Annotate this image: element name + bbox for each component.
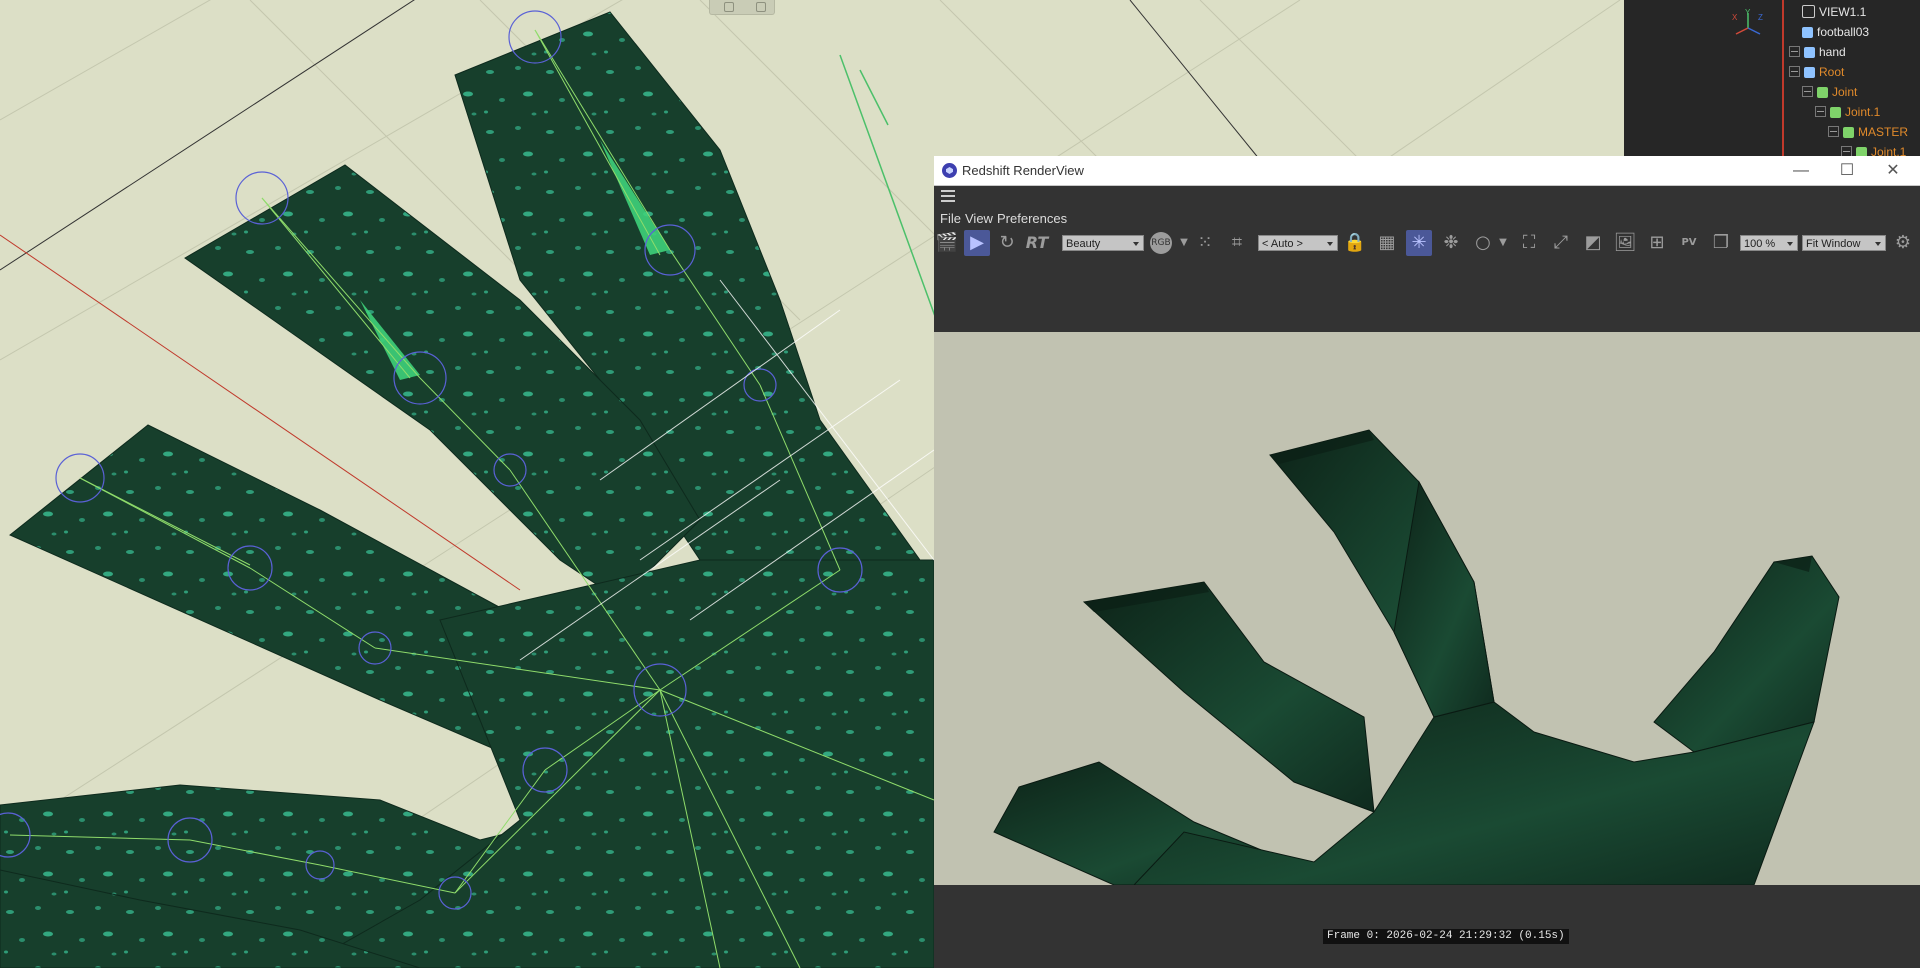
add-snapshot-icon[interactable]: ⊞ [1644,230,1670,256]
renderview-titlebar[interactable]: Redshift RenderView — ☐ ✕ [934,156,1920,186]
tree-item-label: Joint.1 [1845,105,1881,119]
snowflake-icon[interactable]: ✳ [1406,230,1432,256]
collapse-icon[interactable] [1789,66,1800,77]
viewport-tab[interactable] [709,0,775,15]
dots-grid-icon[interactable]: ⁙ [1192,230,1218,256]
hamburger-menu-icon[interactable] [941,190,955,202]
joint-icon [1817,87,1828,98]
collapse-icon[interactable] [1828,126,1839,137]
camera-icon [1802,5,1815,18]
axis-z-label: Z [1758,13,1763,22]
expand-frame-icon[interactable]: ⤢ [1548,230,1574,256]
rgb-channel-button[interactable]: RGB [1150,232,1172,254]
tree-item-hand[interactable]: hand [1789,43,1846,61]
viewport-tab-icon [756,2,766,12]
collapse-icon[interactable] [1841,146,1852,156]
tree-item-joint-1[interactable]: Joint.1 [1815,103,1880,121]
close-button[interactable]: ✕ [1870,156,1916,185]
rt-toggle-button[interactable]: RT [1022,230,1052,256]
renderview-window: Redshift RenderView — ☐ ✕ File View Pref… [934,156,1920,968]
tree-item-label: Joint.1 [1871,145,1907,156]
crop-icon[interactable]: ⌗ [1224,230,1250,256]
snowflake-multi-icon[interactable]: ❉ [1438,230,1464,256]
tree-item-label: VIEW1.1 [1819,5,1867,19]
menu-file[interactable]: File [940,211,961,226]
tree-item-joint-1b[interactable]: Joint.1 [1841,143,1906,156]
copy-icon[interactable]: ❐ [1708,230,1734,256]
renderview-statusbar [934,885,1920,968]
gear-icon[interactable]: ⚙ [1890,230,1916,256]
pv-button[interactable]: PV [1676,230,1702,256]
redshift-logo-icon [942,163,957,178]
null-object-icon [1804,67,1815,78]
refresh-icon[interactable]: ↻ [994,230,1020,256]
tree-item-view[interactable]: VIEW1.1 [1802,3,1866,21]
tree-item-football03[interactable]: football03 [1802,23,1869,41]
grid-icon[interactable]: ▦ [1374,230,1400,256]
viewport-tab-icon [724,2,734,12]
menu-view[interactable]: View [965,211,993,226]
focus-icon[interactable]: ⛶ [1516,230,1542,256]
hand-mesh [0,11,935,968]
axis-y-label: Y [1745,8,1751,17]
region-select[interactable]: < Auto > [1258,235,1338,251]
rendered-hand-image [993,429,1840,885]
maximize-button[interactable]: ☐ [1824,156,1870,185]
axis-x-label: X [1732,13,1738,22]
polygon-object-icon [1802,27,1813,38]
tree-item-root[interactable]: Root [1789,63,1844,81]
tree-item-label: hand [1819,45,1846,59]
polygon-object-icon [1804,47,1815,58]
aov-select[interactable]: Beauty [1062,235,1144,251]
window-title: Redshift RenderView [962,163,1084,178]
render-canvas[interactable] [934,332,1920,885]
tree-item-label: football03 [1817,25,1870,39]
axis-gizmo-icon: X Y Z [1732,8,1763,35]
tree-item-label: MASTER [1858,125,1909,139]
joint-icon [1843,127,1854,138]
tree-item-label: Root [1819,65,1845,79]
compare-icon[interactable]: ◩ [1580,230,1606,256]
tree-item-joint[interactable]: Joint [1802,83,1857,101]
renderview-toolbar: 🎬 ▶ ↻ RT Beauty RGB ▼ ⁙ ⌗ < Auto > 🔒 ▦ ✳… [934,228,1920,260]
tree-item-master[interactable]: MASTER [1828,123,1908,141]
chevron-down-icon[interactable]: ▼ [1490,230,1516,256]
expand-icon[interactable] [1789,46,1800,57]
object-manager-divider [1782,0,1784,156]
lock-icon[interactable]: 🔒 [1342,230,1368,256]
frame-info-text: Frame 0: 2026-02-24 21:29:32 (0.15s) [1323,929,1569,944]
object-manager: X Y Z VIEW1.1 football03 hand Root Joint… [1624,0,1920,156]
tree-item-label: Joint [1832,85,1858,99]
joint-icon [1856,147,1867,156]
fit-select[interactable]: Fit Window [1802,235,1886,251]
collapse-icon[interactable] [1815,106,1826,117]
clapper-icon[interactable]: 🎬 [934,230,960,256]
render-play-button[interactable]: ▶ [964,230,990,256]
image-icon[interactable]: 🖼 [1612,230,1638,256]
collapse-icon[interactable] [1802,86,1813,97]
minimize-button[interactable]: — [1778,156,1824,185]
menu-preferences[interactable]: Preferences [997,211,1067,226]
joint-icon [1830,107,1841,118]
zoom-field[interactable]: 100 % [1740,235,1798,251]
